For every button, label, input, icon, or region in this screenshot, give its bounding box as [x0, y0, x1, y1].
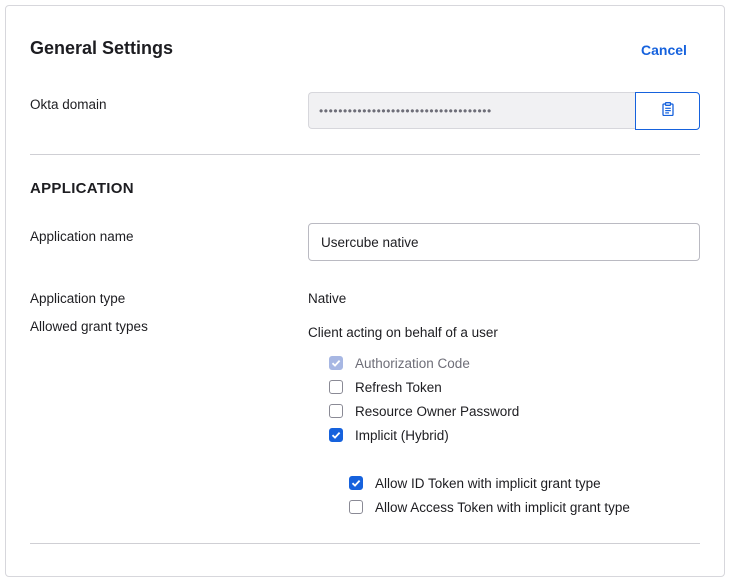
grant-group-title: Client acting on behalf of a user	[308, 325, 498, 340]
application-name-input[interactable]	[308, 223, 700, 261]
grant-label: Resource Owner Password	[355, 403, 520, 419]
option-label: Allow ID Token with implicit grant type	[375, 475, 601, 491]
checkbox-unchecked[interactable]	[329, 380, 343, 394]
grant-resource-owner-password[interactable]: Resource Owner Password	[329, 401, 519, 421]
application-type-value: Native	[308, 291, 347, 306]
option-label: Allow Access Token with implicit grant t…	[375, 499, 630, 515]
okta-domain-label: Okta domain	[30, 97, 107, 112]
allow-id-token-option[interactable]: Allow ID Token with implicit grant type	[349, 473, 601, 493]
grant-label: Authorization Code	[355, 355, 470, 371]
cancel-button[interactable]: Cancel	[641, 42, 687, 58]
grant-implicit-hybrid[interactable]: Implicit (Hybrid)	[329, 425, 449, 445]
section-divider	[30, 154, 700, 155]
checkbox-unchecked[interactable]	[329, 404, 343, 418]
application-type-label: Application type	[30, 291, 126, 306]
page-title: General Settings	[30, 38, 174, 58]
application-name-label: Application name	[30, 229, 134, 244]
okta-domain-field[interactable]: ••••••••••••••••••••••••••••••••••••	[308, 92, 635, 129]
grant-label: Implicit (Hybrid)	[355, 427, 449, 443]
checkbox-unchecked[interactable]	[349, 500, 363, 514]
grant-refresh-token[interactable]: Refresh Token	[329, 377, 442, 397]
copy-domain-button[interactable]	[635, 92, 700, 130]
section-divider-bottom	[30, 543, 700, 544]
grant-authorization-code[interactable]: Authorization Code	[329, 353, 470, 373]
grant-label: Refresh Token	[355, 379, 442, 395]
general-settings-card: General Settings Cancel Okta domain ••••…	[5, 5, 725, 577]
allow-access-token-option[interactable]: Allow Access Token with implicit grant t…	[349, 497, 630, 517]
grant-types-label: Allowed grant types	[30, 319, 148, 334]
clipboard-icon	[661, 101, 674, 121]
section-title-application: APPLICATION	[30, 180, 134, 197]
checkbox-checked-disabled[interactable]	[329, 356, 343, 370]
checkbox-checked[interactable]	[349, 476, 363, 490]
checkbox-checked[interactable]	[329, 428, 343, 442]
